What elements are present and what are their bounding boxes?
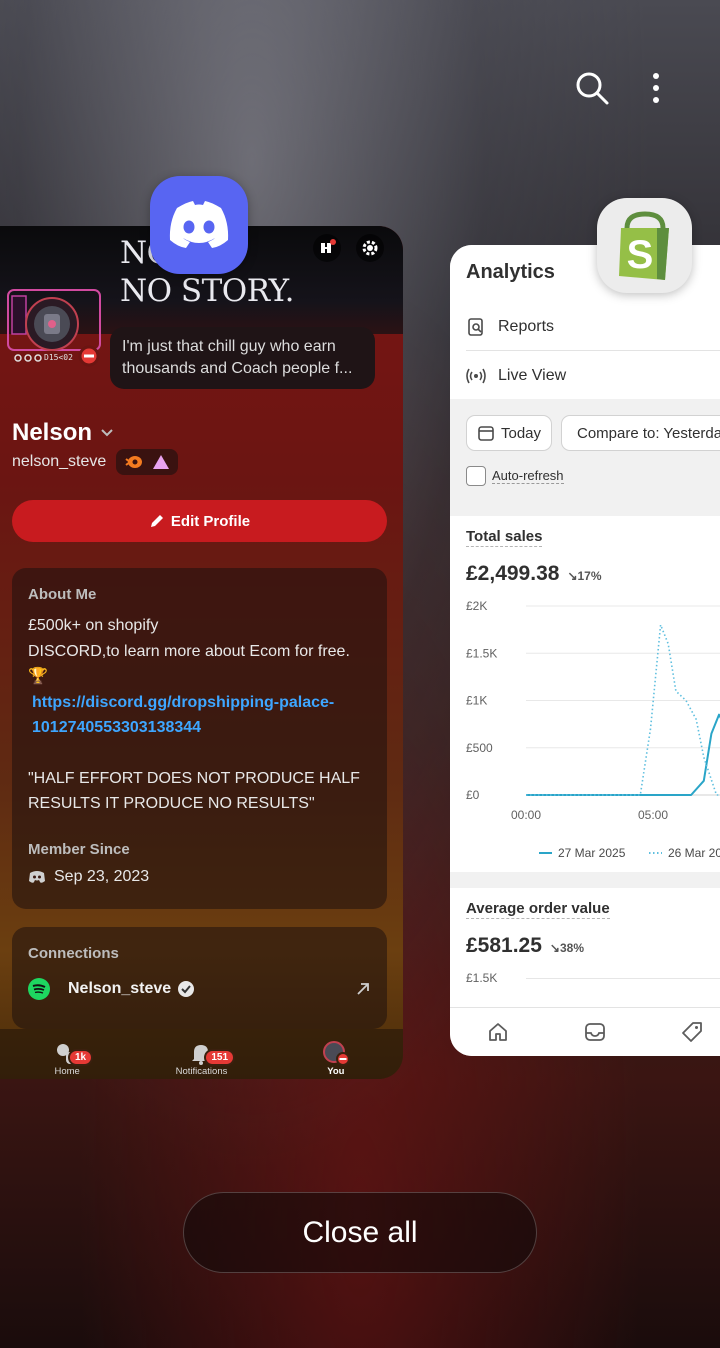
member-since-date: Sep 23, 2023 xyxy=(54,867,150,885)
auto-refresh-toggle[interactable]: Auto-refresh xyxy=(466,466,564,486)
edit-profile-button[interactable]: Edit Profile xyxy=(12,500,387,542)
member-since-title: Member Since xyxy=(28,840,130,858)
legend-label: 27 Mar 2025 xyxy=(558,846,626,860)
divider xyxy=(466,350,720,351)
aov-y-tick: £1.5K xyxy=(466,971,498,985)
home-icon[interactable] xyxy=(486,1020,510,1044)
compare-to-button[interactable]: Compare to: Yesterday xyxy=(561,415,720,451)
discord-logo-icon xyxy=(29,870,45,883)
shopify-app-card[interactable]: Analytics Reports Live View Today Compar… xyxy=(450,245,720,1056)
external-link-icon[interactable] xyxy=(355,981,371,997)
nav-you[interactable]: You xyxy=(269,1029,403,1079)
legend-label: 26 Mar 2025 xyxy=(668,846,720,860)
pencil-icon xyxy=(150,515,163,527)
invite-link[interactable]: https://discord.gg/dropshipping-palace-1… xyxy=(28,690,371,741)
aov-change: ↘38% xyxy=(549,941,584,955)
discord-app-icon[interactable] xyxy=(150,176,248,274)
products-tag-icon[interactable] xyxy=(680,1020,704,1044)
custom-status-bubble[interactable]: I'm just that chill guy who earn thousan… xyxy=(110,327,375,389)
total-sales-card[interactable]: Total sales £2,499.38 ↘17% £2K £1.5K £1K £5… xyxy=(450,516,720,872)
connections-title: Connections xyxy=(28,945,119,962)
y-tick-label: £2K xyxy=(466,599,487,613)
live-view-link[interactable]: Live View xyxy=(466,366,566,386)
chevron-down-icon xyxy=(101,429,113,437)
spotify-connection[interactable]: Nelson_steve xyxy=(28,978,371,1000)
date-range-button[interactable]: Today xyxy=(466,415,553,451)
notifications-badge: 151 xyxy=(204,1049,236,1066)
display-name[interactable]: Nelson xyxy=(12,419,114,447)
nitro-triangle-badge-icon xyxy=(153,455,169,469)
x-tick-label: 00:00 xyxy=(511,808,541,822)
nitro-badge-icon[interactable] xyxy=(313,234,341,262)
nav-home[interactable]: 1k Home xyxy=(0,1029,134,1079)
about-me-section: About Me £500k+ on shopify DISCORD,to le… xyxy=(12,568,387,909)
series-line xyxy=(526,624,720,796)
reports-icon xyxy=(468,318,483,336)
shopify-app-icon[interactable]: S xyxy=(597,198,692,293)
aov-value: £581.25 ↘38% xyxy=(466,934,584,957)
search-icon[interactable] xyxy=(574,70,610,111)
home-badge: 1k xyxy=(68,1049,94,1066)
shopify-bottom-nav xyxy=(450,1007,720,1056)
y-tick-label: £500 xyxy=(466,741,493,755)
aov-title: Average order value xyxy=(466,900,610,919)
verified-check-icon xyxy=(178,981,195,997)
calendar-icon xyxy=(478,426,494,441)
about-me-text: £500k+ on shopify DISCORD,to learn more … xyxy=(28,613,371,817)
discord-app-card[interactable]: NO NO STORY. D15<02 I'm just that chill … xyxy=(0,226,403,1079)
series-line xyxy=(526,713,720,796)
analytics-title: Analytics xyxy=(466,261,555,283)
discord-bottom-nav: 1k Home 151 Notifications You xyxy=(0,1029,403,1079)
reports-link[interactable]: Reports xyxy=(466,317,554,337)
auto-refresh-checkbox[interactable] xyxy=(466,466,486,486)
total-sales-chart: £2K£1.5K£1K£500£000:0005:0010:0015:0027 … xyxy=(466,599,720,860)
nav-notifications[interactable]: 151 Notifications xyxy=(134,1029,268,1079)
close-all-button[interactable]: Close all xyxy=(183,1192,537,1273)
aov-gridline xyxy=(526,978,720,979)
settings-gear-icon[interactable] xyxy=(356,234,384,262)
svg-text:D15<02: D15<02 xyxy=(44,353,73,362)
username: nelson_steve xyxy=(12,453,107,470)
more-options-icon[interactable] xyxy=(646,70,666,111)
you-avatar-icon xyxy=(322,1041,350,1066)
y-tick-label: £0 xyxy=(466,788,480,802)
average-order-value-card[interactable]: Average order value £581.25 ↘38% £1.5K xyxy=(450,888,720,1008)
svg-text:S: S xyxy=(626,233,653,277)
status-text: I'm just that chill guy who earn thousan… xyxy=(122,338,353,377)
orders-inbox-icon[interactable] xyxy=(583,1020,607,1044)
hypesquad-badge-icon xyxy=(125,456,142,468)
y-tick-label: £1.5K xyxy=(466,646,497,660)
spotify-icon xyxy=(28,978,50,1000)
connections-section: Connections Nelson_steve xyxy=(12,927,387,1029)
profile-badges[interactable] xyxy=(116,449,178,475)
x-tick-label: 05:00 xyxy=(638,808,668,822)
live-broadcast-icon xyxy=(466,368,486,384)
avatar[interactable]: D15<02 xyxy=(6,288,102,380)
about-me-title: About Me xyxy=(28,586,97,603)
y-tick-label: £1K xyxy=(466,694,487,708)
